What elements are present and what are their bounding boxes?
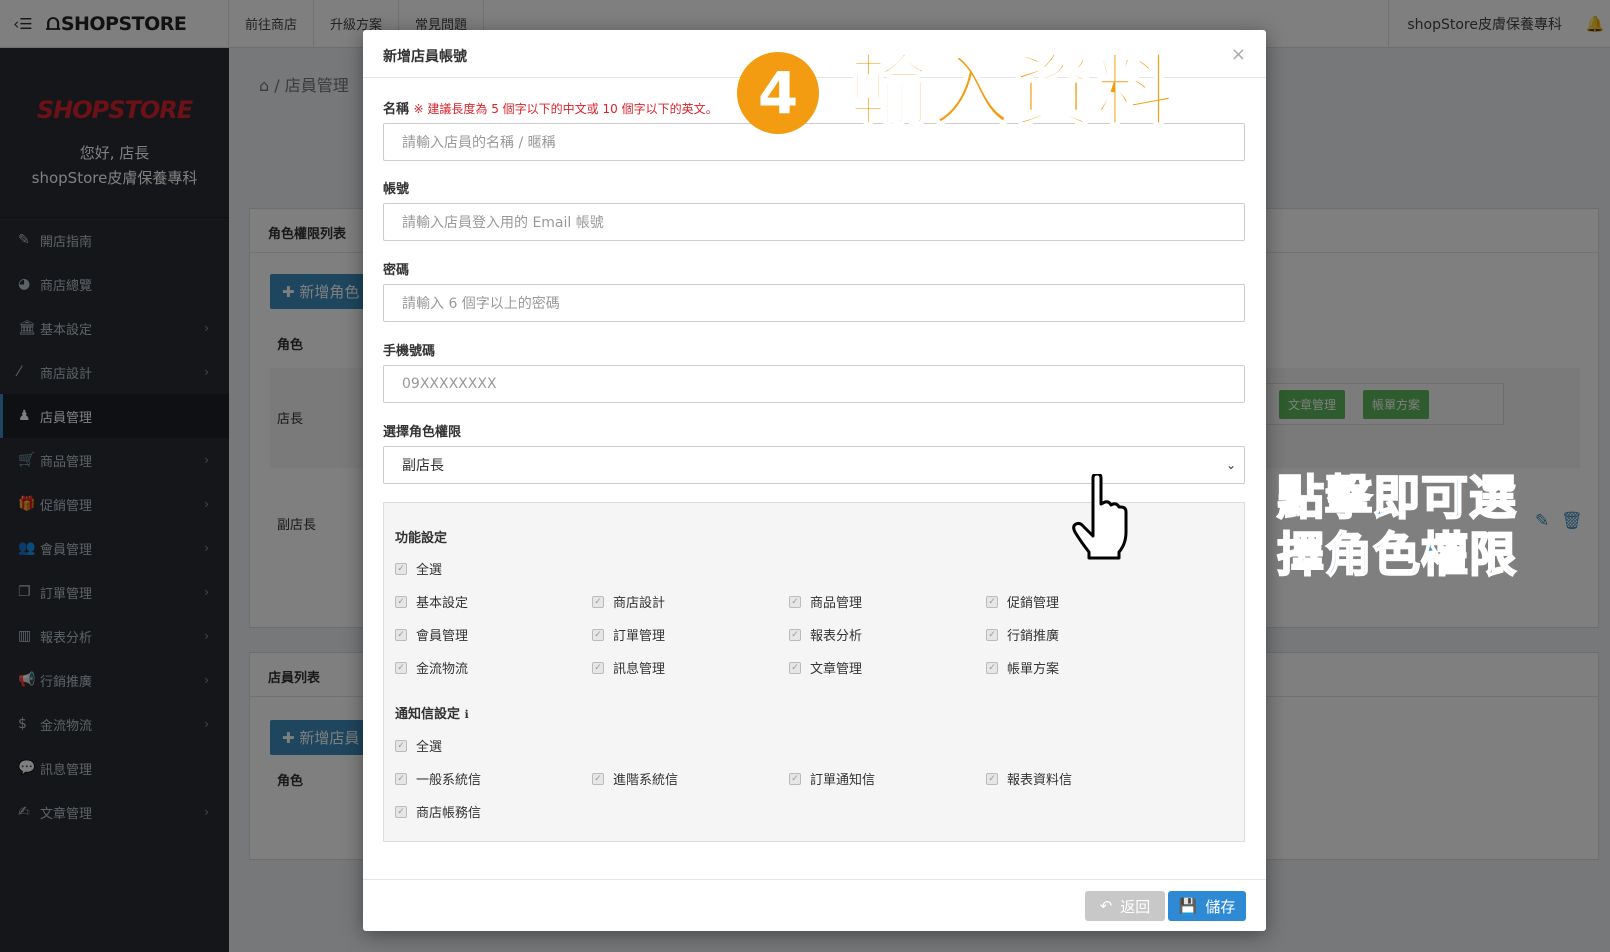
checkbox[interactable]: ✓ [395,739,407,752]
notify-settings-title: 通知信設定 ℹ [395,703,469,722]
checkbox-label: 全選 [416,740,443,755]
checkbox[interactable]: ✓ [395,562,407,575]
checkbox[interactable]: ✓ [986,628,998,641]
tip-line-1: 點擊即可選 [1276,470,1517,527]
role-select-value: 副店長 [402,458,444,474]
checkbox[interactable]: ✓ [986,772,998,785]
step-title-annotation: 輸入資料 [849,46,1179,138]
account-placeholder: 請輸入店員登入用的 Email 帳號 [402,215,604,231]
role-select-label: 選擇角色權限 [383,425,462,440]
checkbox-label: 報表資料信 [1007,773,1073,788]
name-hint: ※ 建議長度為 5 個字以下的中文或 10 個字以下的英文。 [413,102,718,116]
checkbox-label: 一般系統信 [416,773,482,788]
notify-checkbox[interactable]: ✓ 商店帳務信 [395,802,481,821]
modal-footer: ↶ 返回 💾 儲存 [363,879,1266,931]
floppy-icon: 💾 [1178,897,1198,915]
save-button-label: 儲存 [1205,897,1236,916]
account-label: 帳號 [383,182,410,197]
checkbox-label: 行銷推廣 [1007,629,1060,644]
reply-icon: ↶ [1099,897,1113,915]
function-checkbox[interactable]: ✓ 會員管理 [395,625,468,644]
function-checkbox[interactable]: ✓ 行銷推廣 [986,625,1059,644]
phone-label: 手機號碼 [383,344,436,359]
checkbox-label: 訂單通知信 [810,773,876,788]
function-settings-title: 功能設定 [395,531,448,546]
function-checkbox[interactable]: ✓ 文章管理 [789,658,862,677]
notify-checkbox[interactable]: ✓ 進階系統信 [592,769,678,788]
checkbox[interactable]: ✓ [789,628,801,641]
notify-select-all-checkbox[interactable]: ✓ 全選 [395,736,442,755]
notify-checkbox[interactable]: ✓ 訂單通知信 [789,769,875,788]
function-checkbox[interactable]: ✓ 訊息管理 [592,658,665,677]
function-checkbox[interactable]: ✓ 金流物流 [395,658,468,677]
checkbox[interactable]: ✓ [395,772,407,785]
function-checkbox[interactable]: ✓ 訂單管理 [592,625,665,644]
checkbox[interactable]: ✓ [789,595,801,608]
function-checkbox[interactable]: ✓ 商店設計 [592,592,665,611]
checkbox[interactable]: ✓ [395,595,407,608]
password-input[interactable]: 請輸入 6 個字以上的密碼 [383,284,1245,322]
save-button[interactable]: 💾 儲存 [1168,891,1246,921]
tip-line-2: 擇角色權限 [1276,527,1517,584]
checkbox[interactable]: ✓ [789,772,801,785]
info-icon[interactable]: ℹ [465,708,469,721]
phone-placeholder: 09XXXXXXXX [402,376,497,392]
close-icon[interactable]: × [1231,44,1246,65]
chevron-down-icon: ⌄ [1225,458,1236,472]
function-checkbox[interactable]: ✓ 報表分析 [789,625,862,644]
name-label: 名稱 ※ 建議長度為 5 個字以下的中文或 10 個字以下的英文。 [383,98,718,117]
checkbox-label: 報表分析 [810,629,863,644]
function-checkbox[interactable]: ✓ 商品管理 [789,592,862,611]
checkbox-label: 商店設計 [613,596,666,611]
checkbox-label: 商店帳務信 [416,806,482,821]
checkbox-label: 帳單方案 [1007,662,1060,677]
name-label-text: 名稱 [383,102,410,117]
checkbox-label: 進階系統信 [613,773,679,788]
checkbox-label: 訂單管理 [613,629,666,644]
checkbox[interactable]: ✓ [789,661,801,674]
phone-input[interactable]: 09XXXXXXXX [383,365,1245,403]
notify-checkbox[interactable]: ✓ 報表資料信 [986,769,1072,788]
checkbox-label: 商品管理 [810,596,863,611]
pointer-hand-icon [1072,474,1128,560]
checkbox[interactable]: ✓ [395,661,407,674]
checkbox-label: 促銷管理 [1007,596,1060,611]
checkbox-label: 會員管理 [416,629,469,644]
notify-checkbox[interactable]: ✓ 一般系統信 [395,769,481,788]
password-label: 密碼 [383,263,410,278]
checkbox[interactable]: ✓ [592,772,604,785]
checkbox-label: 基本設定 [416,596,469,611]
tip-annotation: 點擊即可選 擇角色權限 [1276,470,1517,584]
function-select-all-checkbox[interactable]: ✓ 全選 [395,559,442,578]
name-placeholder: 請輸入店員的名稱 / 暱稱 [402,135,556,151]
back-button-label: 返回 [1120,897,1151,916]
back-button[interactable]: ↶ 返回 [1085,891,1165,921]
checkbox[interactable]: ✓ [986,595,998,608]
password-placeholder: 請輸入 6 個字以上的密碼 [402,296,560,312]
function-checkbox[interactable]: ✓ 基本設定 [395,592,468,611]
function-checkbox[interactable]: ✓ 促銷管理 [986,592,1059,611]
notify-title-text: 通知信設定 [395,707,461,722]
checkbox[interactable]: ✓ [592,628,604,641]
checkbox-label: 金流物流 [416,662,469,677]
checkbox[interactable]: ✓ [395,628,407,641]
function-checkbox[interactable]: ✓ 帳單方案 [986,658,1059,677]
checkbox-label: 文章管理 [810,662,863,677]
checkbox-label: 全選 [416,563,443,578]
checkbox[interactable]: ✓ [592,595,604,608]
account-input[interactable]: 請輸入店員登入用的 Email 帳號 [383,203,1245,241]
checkbox[interactable]: ✓ [592,661,604,674]
checkbox[interactable]: ✓ [986,661,998,674]
checkbox-label: 訊息管理 [613,662,666,677]
step-number-badge: 4 [737,52,819,134]
checkbox[interactable]: ✓ [395,805,407,818]
